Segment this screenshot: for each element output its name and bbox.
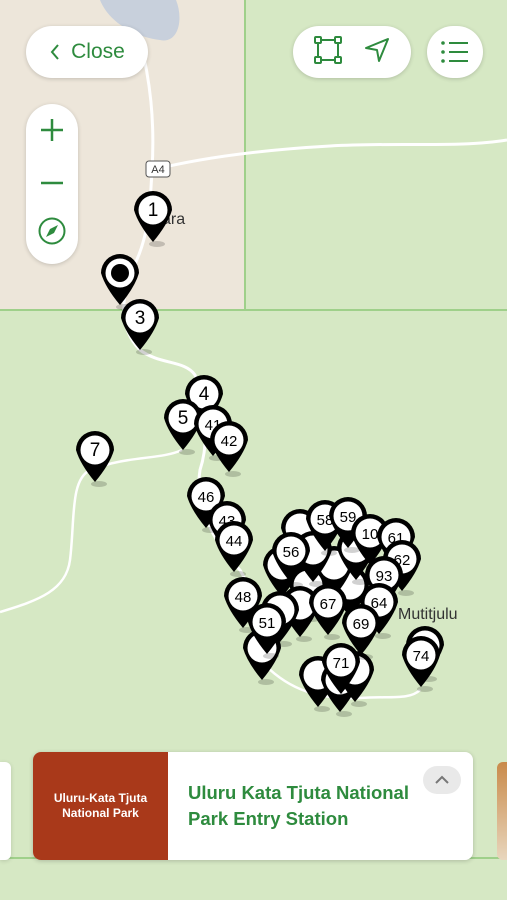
marker-label: 56: [283, 544, 300, 561]
place-label: Mutitjulu: [398, 606, 458, 623]
location-image: Uluru-Kata Tjuta National Park: [33, 752, 168, 860]
marker-label: 10: [362, 526, 379, 543]
marker-label: 4: [199, 384, 210, 405]
marker-label: 74: [413, 648, 430, 665]
close-button[interactable]: Close: [26, 26, 148, 78]
marker-label: 1: [148, 200, 159, 221]
marker-label: 71: [333, 655, 350, 672]
previous-card[interactable]: [0, 762, 11, 860]
list-icon: [441, 41, 468, 63]
zoom-controls: [26, 104, 78, 264]
marker-label: 42: [221, 433, 238, 450]
marker-label: 5: [178, 408, 189, 429]
list-button[interactable]: [427, 26, 483, 78]
marker-label: 69: [353, 616, 370, 633]
marker-label: 46: [198, 489, 215, 506]
zoom-in-button[interactable]: [39, 117, 65, 148]
chevron-up-icon: [435, 775, 449, 784]
marker-label: 3: [135, 308, 146, 329]
road-shield-label: A4: [151, 164, 164, 176]
expand-button[interactable]: [423, 766, 461, 794]
marker-label: 44: [226, 533, 243, 550]
navigation-arrow-icon[interactable]: [363, 36, 391, 69]
compass-icon[interactable]: [37, 216, 67, 251]
image-text: Uluru-Kata Tjuta: [53, 791, 148, 805]
location-dot: [111, 264, 129, 282]
bounding-box-icon[interactable]: [313, 35, 343, 70]
zoom-out-button[interactable]: [39, 173, 65, 191]
marker-label: 93: [376, 568, 393, 585]
location-card[interactable]: Uluru-Kata Tjuta National Park Uluru Kat…: [33, 752, 473, 860]
chevron-left-icon: [50, 44, 59, 60]
marker-label: 7: [90, 440, 101, 461]
marker-label: 51: [259, 615, 276, 632]
marker-label: 48: [235, 589, 252, 606]
image-text: National Park: [62, 806, 139, 820]
marker-label: 67: [320, 596, 337, 613]
close-label: Close: [71, 40, 125, 63]
next-card[interactable]: [497, 762, 507, 860]
map-tools: [293, 26, 411, 78]
